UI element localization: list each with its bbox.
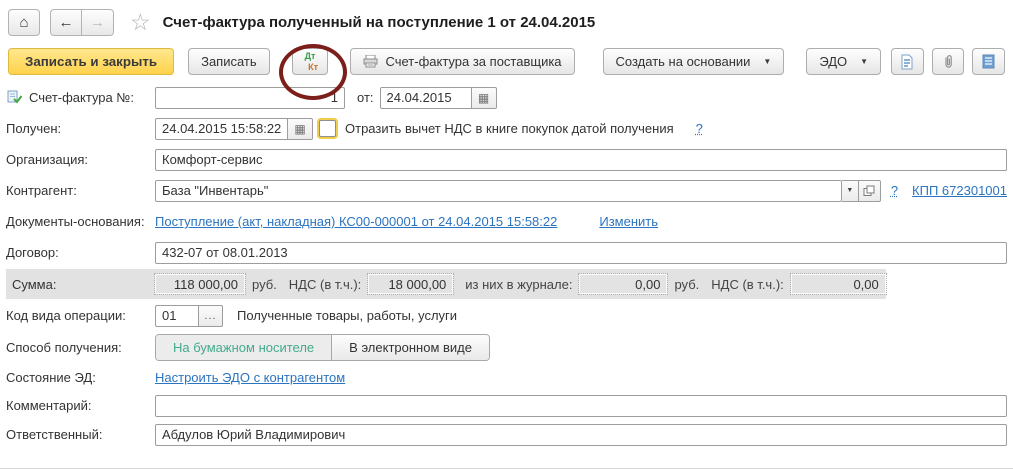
journal-label: из них в журнале: (465, 277, 572, 292)
header: ⌂ ← → ☆ Счет-фактура полученный на посту… (0, 0, 1013, 40)
row-operation-code: Код вида операции: 01 ... Полученные тов… (6, 300, 1007, 331)
open-form-icon (863, 185, 875, 197)
operation-code-description: Полученные товары, работы, услуги (237, 308, 457, 323)
reflect-vat-checkbox[interactable] (319, 120, 336, 137)
comment-input[interactable] (155, 395, 1007, 417)
edo-dropdown[interactable]: ЭДО ▼ (806, 48, 881, 75)
chevron-down-icon: ▼ (860, 57, 868, 66)
choose-icon[interactable]: ... (199, 305, 223, 327)
responsible-label: Ответственный: (6, 427, 102, 442)
row-base-documents: Документы-основания: Поступление (акт, н… (6, 206, 1007, 237)
invoice-number-label: Счет-фактура №: (29, 90, 134, 105)
base-documents-label: Документы-основания: (6, 214, 145, 229)
invoice-number-input[interactable]: 1 (155, 87, 345, 109)
organization-input[interactable]: Комфорт-сервис (155, 149, 1007, 171)
row-invoice-number: Счет-фактура №: 1 от: 24.04.2015 ▦ (6, 82, 1007, 113)
change-link[interactable]: Изменить (599, 214, 658, 229)
document-saved-icon (6, 90, 22, 105)
vat-label: НДС (в т.ч.): (289, 277, 362, 292)
organization-label: Организация: (6, 152, 88, 167)
setup-edo-link[interactable]: Настроить ЭДО с контрагентом (155, 370, 345, 385)
currency-label: руб. (252, 277, 277, 292)
attachments-button[interactable] (932, 48, 965, 75)
row-organization: Организация: Комфорт-сервис (6, 144, 1007, 175)
home-icon[interactable]: ⌂ (8, 9, 40, 36)
amount-label: Сумма: (12, 277, 56, 292)
row-responsible: Ответственный: Абдулов Юрий Владимирович (6, 420, 1007, 449)
save-button[interactable]: Записать (188, 48, 270, 75)
row-edo-state: Состояние ЭД: Настроить ЭДО с контрагент… (6, 364, 1007, 391)
calendar-icon[interactable]: ▦ (472, 87, 497, 109)
nav-history-group: ← → (50, 9, 114, 36)
calendar-icon[interactable]: ▦ (288, 118, 313, 140)
journal-total-field: 0,00 (579, 274, 667, 294)
reflect-vat-checkbox-label: Отразить вычет НДС в книге покупок датой… (345, 121, 674, 136)
back-icon[interactable]: ← (50, 9, 82, 36)
received-label: Получен: (6, 121, 61, 136)
list-icon (982, 54, 995, 69)
currency-label: руб. (674, 277, 699, 292)
journal-vat-label: НДС (в т.ч.): (711, 277, 784, 292)
contract-input[interactable]: 432-07 от 08.01.2013 (155, 242, 1007, 264)
help-link[interactable]: ? (696, 121, 703, 136)
dt-kt-postings-button[interactable]: Дт Кт (292, 48, 329, 75)
amount-total-field: 118 000,00 (155, 274, 245, 294)
invoice-date-input[interactable]: 24.04.2015 (380, 87, 472, 109)
dt-kt-icon: Дт Кт (302, 51, 318, 72)
contract-label: Договор: (6, 245, 59, 260)
document-form: Счет-фактура №: 1 от: 24.04.2015 ▦ Получ… (0, 80, 1013, 449)
receipt-method-label: Способ получения: (6, 340, 122, 355)
open-button[interactable] (859, 180, 881, 202)
date-from-label: от: (357, 90, 374, 105)
row-contract: Договор: 432-07 от 08.01.2013 (6, 237, 1007, 268)
edo-state-label: Состояние ЭД: (6, 370, 96, 385)
paper-option[interactable]: На бумажном носителе (156, 335, 332, 360)
base-document-link[interactable]: Поступление (акт, накладная) КС00-000001… (155, 214, 557, 229)
register-list-button[interactable] (972, 48, 1005, 75)
received-datetime-input[interactable]: 24.04.2015 15:58:22 (155, 118, 288, 140)
operation-code-input[interactable]: 01 (155, 305, 199, 327)
save-and-close-button[interactable]: Записать и закрыть (8, 48, 174, 75)
operation-code-label: Код вида операции: (6, 308, 126, 323)
row-counterparty: Контрагент: База "Инвентарь" ▼ ? КПП 672… (6, 175, 1007, 206)
counterparty-help-link[interactable]: ? (891, 183, 898, 198)
page-title: Счет-фактура полученный на поступление 1… (163, 14, 596, 31)
totals-band: Сумма: 118 000,00 руб. НДС (в т.ч.): 18 … (6, 269, 886, 299)
responsible-input[interactable]: Абдулов Юрий Владимирович (155, 424, 1007, 446)
row-receipt-method: Способ получения: На бумажном носителе В… (6, 331, 1007, 364)
paperclip-icon (941, 54, 955, 70)
comment-label: Комментарий: (6, 398, 92, 413)
chevron-down-icon: ▼ (763, 57, 771, 66)
receipt-method-toggle: На бумажном носителе В электронном виде (155, 334, 490, 361)
combo-arrow-icon[interactable]: ▼ (842, 180, 859, 202)
electronic-option[interactable]: В электронном виде (332, 335, 489, 360)
create-based-on-dropdown[interactable]: Создать на основании ▼ (603, 48, 785, 75)
toolbar: Записать и закрыть Записать Дт Кт Счет-ф… (0, 40, 1013, 80)
counterparty-label: Контрагент: (6, 183, 77, 198)
favorite-star-icon[interactable]: ☆ (130, 11, 151, 34)
document-report-button[interactable] (891, 48, 924, 75)
printer-icon (363, 55, 378, 68)
print-invoice-button[interactable]: Счет-фактура за поставщика (350, 48, 574, 75)
counterparty-input[interactable]: База "Инвентарь" (155, 180, 842, 202)
row-received: Получен: 24.04.2015 15:58:22 ▦ Отразить … (6, 113, 1007, 144)
forward-icon: → (82, 9, 114, 36)
journal-vat-field: 0,00 (791, 274, 886, 294)
kpp-link[interactable]: КПП 672301001 (912, 183, 1007, 198)
document-icon (900, 54, 914, 70)
vat-field: 18 000,00 (368, 274, 453, 294)
row-comment: Комментарий: (6, 391, 1007, 420)
